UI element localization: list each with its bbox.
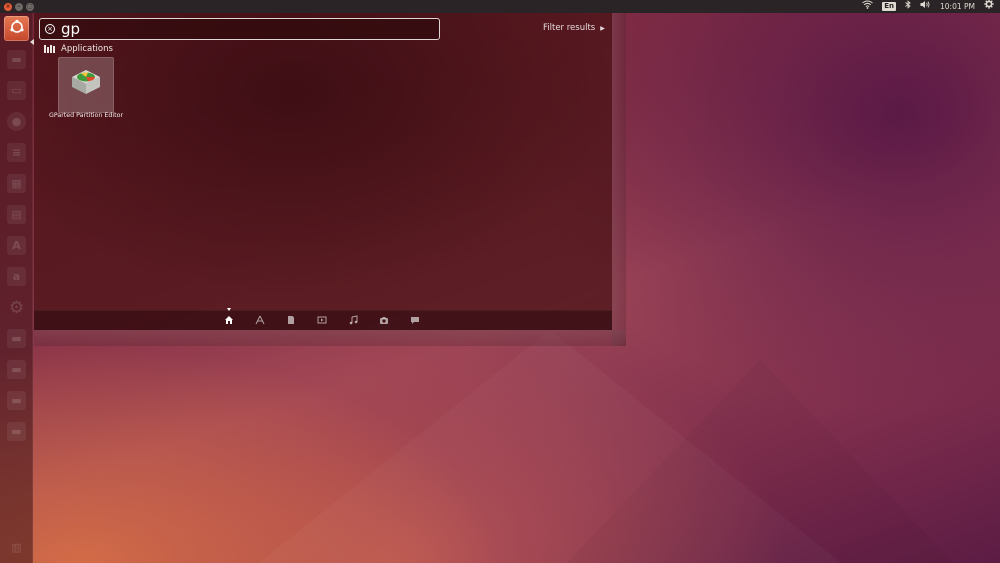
minimize-window-button[interactable]: – xyxy=(15,2,23,11)
launcher-item-workspace-1[interactable]: ▬ xyxy=(4,326,29,351)
amazon-icon: a xyxy=(7,267,26,286)
close-circle-icon[interactable]: × xyxy=(45,24,55,34)
launcher: ▬ ▭ ● ≡ ▦ ▤ A a ⚙ ▬ ▬ ▬ ▬ ▥ xyxy=(0,13,34,563)
home-icon[interactable] xyxy=(223,315,235,327)
window-controls: × – ▢ xyxy=(0,2,34,11)
maximize-window-button[interactable]: ▢ xyxy=(26,2,34,11)
launcher-item-settings[interactable]: ⚙ xyxy=(4,295,29,320)
launcher-item-workspace-3[interactable]: ▬ xyxy=(4,388,29,413)
keyboard-layout-indicator[interactable]: En xyxy=(882,2,896,11)
presentation-icon: ▤ xyxy=(7,205,26,224)
drive-icon: ▬ xyxy=(7,329,26,348)
close-window-button[interactable]: × xyxy=(4,2,12,11)
launcher-item-calc[interactable]: ▦ xyxy=(4,171,29,196)
drive-icon: ▬ xyxy=(7,360,26,379)
search-input[interactable] xyxy=(61,19,421,39)
drive-icon: ▬ xyxy=(7,391,26,410)
category-header: Applications xyxy=(44,44,113,54)
launcher-item-workspace-2[interactable]: ▬ xyxy=(4,357,29,382)
launcher-item-trash[interactable]: ▥ xyxy=(4,535,29,560)
filter-results-label: Filter results xyxy=(543,23,596,33)
applications-category-icon xyxy=(44,45,55,53)
chevron-right-icon: ▶ xyxy=(600,24,605,32)
bluetooth-icon[interactable] xyxy=(905,0,911,14)
launcher-item-software-center[interactable]: A xyxy=(4,233,29,258)
ubuntu-logo-icon xyxy=(9,19,25,39)
dash-overlay: × Filter results ▶ Applications GParted … xyxy=(34,13,612,330)
lens-bar xyxy=(34,308,612,330)
wifi-icon[interactable] xyxy=(862,0,874,14)
wallpaper-facet xyxy=(250,330,850,563)
volume-icon[interactable] xyxy=(920,0,931,14)
wallpaper-facet xyxy=(560,360,960,563)
category-label: Applications xyxy=(61,44,113,54)
top-panel: × – ▢ En 10:01 PM xyxy=(0,0,1000,13)
launcher-item-workspace-4[interactable]: ▬ xyxy=(4,419,29,444)
gparted-icon xyxy=(68,67,104,103)
launcher-item-amazon[interactable]: a xyxy=(4,264,29,289)
launcher-item-impress[interactable]: ▤ xyxy=(4,202,29,227)
launcher-item-files[interactable]: ▬ xyxy=(4,47,29,72)
active-lens-indicator xyxy=(227,308,231,311)
firefox-icon: ● xyxy=(7,112,26,131)
social-icon[interactable] xyxy=(409,315,421,327)
software-center-icon: A xyxy=(7,236,26,255)
drive-icon: ▬ xyxy=(7,50,26,69)
gear-icon[interactable] xyxy=(984,0,994,14)
applications-icon[interactable] xyxy=(254,315,266,327)
files-icon[interactable] xyxy=(285,315,297,327)
trash-icon: ▥ xyxy=(11,541,22,554)
launcher-item-writer[interactable]: ≡ xyxy=(4,140,29,165)
launcher-item-file-manager[interactable]: ▭ xyxy=(4,78,29,103)
result-tile-gparted[interactable] xyxy=(58,57,114,113)
clock[interactable]: 10:01 PM xyxy=(940,0,975,13)
dash-frame xyxy=(612,13,626,346)
launcher-item-firefox[interactable]: ● xyxy=(4,109,29,134)
filter-results-toggle[interactable]: Filter results ▶ xyxy=(543,23,605,33)
dash-frame xyxy=(34,330,626,346)
result-label: GParted Partition Editor xyxy=(48,112,124,119)
search-box: × xyxy=(39,18,440,40)
drive-icon: ▬ xyxy=(7,422,26,441)
music-icon[interactable] xyxy=(347,315,359,327)
photo-icon[interactable] xyxy=(378,315,390,327)
dash-home-button[interactable] xyxy=(4,16,29,41)
document-icon: ≡ xyxy=(7,143,26,162)
video-icon[interactable] xyxy=(316,315,328,327)
spreadsheet-icon: ▦ xyxy=(7,174,26,193)
indicator-area: En 10:01 PM xyxy=(862,0,1000,14)
folder-icon: ▭ xyxy=(7,81,26,100)
gear-icon: ⚙ xyxy=(8,297,25,318)
